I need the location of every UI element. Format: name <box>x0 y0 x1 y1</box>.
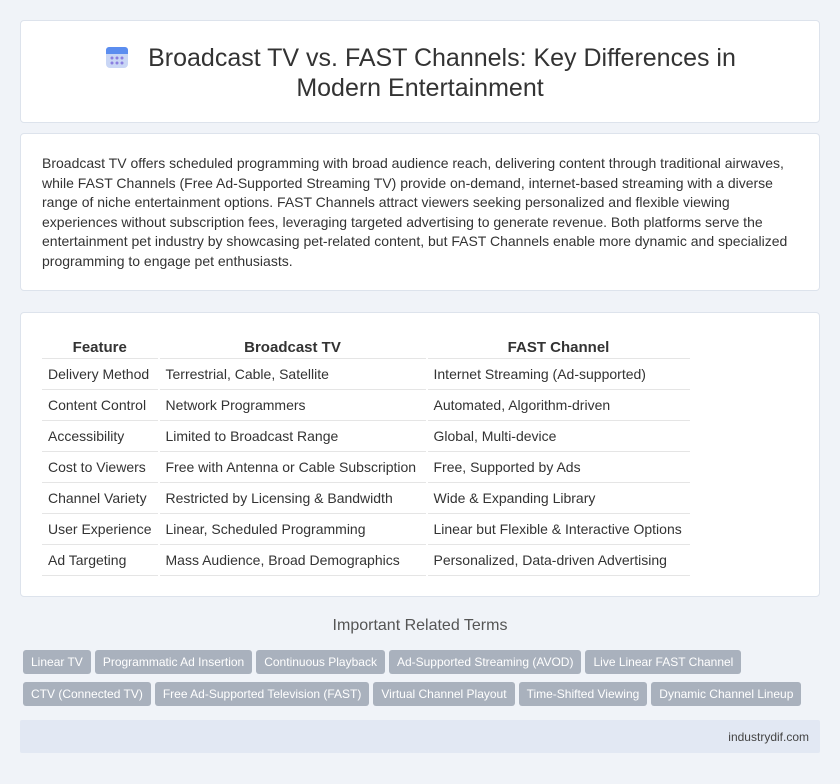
table-header-row: Feature Broadcast TV FAST Channel <box>42 333 690 359</box>
feature-cell: Channel Variety <box>42 482 159 514</box>
header-feature: Feature <box>42 333 159 359</box>
broadcast-cell: Terrestrial, Cable, Satellite <box>157 358 427 390</box>
table-row: Channel Variety Restricted by Licensing … <box>42 482 690 514</box>
feature-cell: User Experience <box>42 513 159 545</box>
broadcast-cell: Free with Antenna or Cable Subscription <box>157 451 427 483</box>
header-fast-channel: FAST Channel <box>425 333 690 359</box>
related-term-tag[interactable]: Time-Shifted Viewing <box>518 682 648 706</box>
feature-cell: Content Control <box>42 389 159 421</box>
fast-cell: Global, Multi-device <box>425 420 690 452</box>
related-term-tag[interactable]: Virtual Channel Playout <box>373 682 515 706</box>
related-term-tag[interactable]: Free Ad-Supported Television (FAST) <box>154 682 370 706</box>
related-term-tag[interactable]: Live Linear FAST Channel <box>585 650 742 674</box>
intro-card: Broadcast TV offers scheduled programmin… <box>20 133 820 291</box>
related-term-tag[interactable]: Linear TV <box>23 650 91 674</box>
related-terms-title: Important Related Terms <box>332 617 508 634</box>
feature-cell: Ad Targeting <box>42 544 159 576</box>
title-card: Broadcast TV vs. FAST Channels: Key Diff… <box>20 20 820 123</box>
header-broadcast-tv: Broadcast TV <box>157 333 427 359</box>
fast-cell: Free, Supported by Ads <box>425 451 690 483</box>
footer-site-link[interactable]: industrydif.com <box>728 730 809 744</box>
comparison-table: Feature Broadcast TV FAST Channel Delive… <box>42 333 690 576</box>
page-title-text: Broadcast TV vs. FAST Channels: Key Diff… <box>148 44 736 102</box>
feature-cell: Accessibility <box>42 420 159 452</box>
table-row: Content Control Network Programmers Auto… <box>42 389 690 421</box>
feature-cell: Cost to Viewers <box>42 451 159 483</box>
broadcast-cell: Network Programmers <box>157 389 427 421</box>
comparison-card: Feature Broadcast TV FAST Channel Delive… <box>20 312 820 597</box>
related-terms-list: Linear TV Programmatic Ad Insertion Contin… <box>23 650 813 714</box>
related-term-tag[interactable]: CTV (Connected TV) <box>23 682 151 706</box>
fast-cell: Internet Streaming (Ad-supported) <box>425 358 690 390</box>
broadcast-cell: Linear, Scheduled Programming <box>157 513 427 545</box>
table-row: Delivery Method Terrestrial, Cable, Sate… <box>42 358 690 390</box>
related-term-tag[interactable]: Continuous Playback <box>256 650 385 674</box>
table-row: Accessibility Limited to Broadcast Range… <box>42 420 690 452</box>
fast-cell: Automated, Algorithm-driven <box>425 389 690 421</box>
related-term-tag[interactable]: Ad-Supported Streaming (AVOD) <box>388 650 582 674</box>
fast-cell: Linear but Flexible & Interactive Option… <box>425 513 690 545</box>
page-title: Broadcast TV vs. FAST Channels: Key Diff… <box>21 43 819 103</box>
fast-cell: Wide & Expanding Library <box>425 482 690 514</box>
broadcast-cell: Mass Audience, Broad Demographics <box>157 544 427 576</box>
related-term-tag[interactable]: Dynamic Channel Lineup <box>651 682 802 706</box>
broadcast-cell: Restricted by Licensing & Bandwidth <box>157 482 427 514</box>
related-term-tag[interactable]: Programmatic Ad Insertion <box>94 650 253 674</box>
feature-cell: Delivery Method <box>42 358 159 390</box>
table-row: Ad Targeting Mass Audience, Broad Demogr… <box>42 544 690 576</box>
table-row: User Experience Linear, Scheduled Progra… <box>42 513 690 545</box>
broadcast-cell: Limited to Broadcast Range <box>157 420 427 452</box>
intro-paragraph: Broadcast TV offers scheduled programmin… <box>42 155 788 269</box>
table-row: Cost to Viewers Free with Antenna or Cab… <box>42 451 690 483</box>
fast-cell: Personalized, Data-driven Advertising <box>425 544 690 576</box>
calendar-icon <box>106 47 129 68</box>
footer: industrydif.com <box>20 720 820 753</box>
